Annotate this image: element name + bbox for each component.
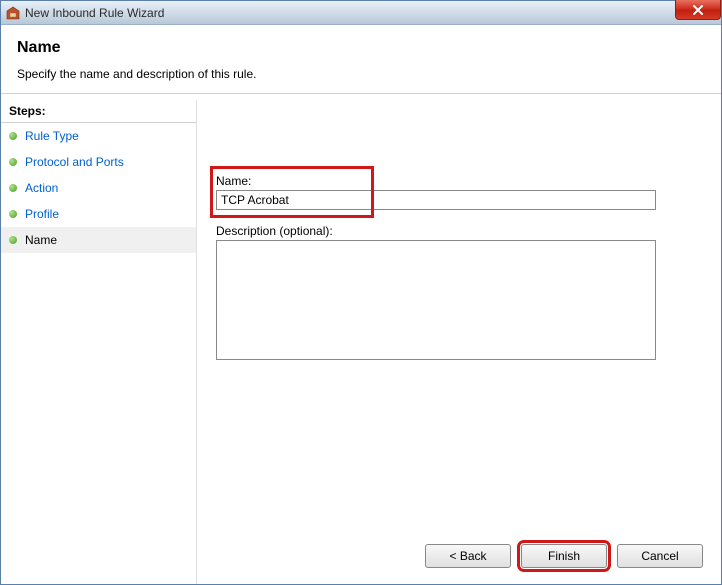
bullet-icon (9, 184, 17, 192)
form-area: Name: Description (optional): (196, 94, 721, 363)
wizard-header: Name Specify the name and description of… (1, 25, 721, 94)
finish-button[interactable]: Finish (521, 544, 607, 568)
description-label: Description (optional): (216, 224, 701, 238)
name-input[interactable] (216, 190, 656, 210)
app-icon (5, 5, 21, 21)
step-label: Action (25, 181, 58, 195)
page-title: Name (17, 39, 705, 57)
bullet-icon (9, 158, 17, 166)
wizard-window: New Inbound Rule Wizard Name Specify the… (0, 0, 722, 585)
steps-sidebar: Steps: Rule Type Protocol and Ports Acti… (1, 94, 196, 584)
steps-heading: Steps: (1, 100, 196, 123)
back-button[interactable]: < Back (425, 544, 511, 568)
close-button[interactable] (675, 0, 721, 20)
bullet-icon (9, 210, 17, 218)
step-label: Protocol and Ports (25, 155, 124, 169)
bullet-icon (9, 236, 17, 244)
main-panel: Name: Description (optional): < Back Fin… (196, 94, 721, 584)
name-label: Name: (216, 174, 701, 188)
button-row: < Back Finish Cancel (425, 544, 703, 568)
titlebar[interactable]: New Inbound Rule Wizard (1, 1, 721, 25)
description-input[interactable] (216, 240, 656, 360)
step-label: Profile (25, 207, 59, 221)
content-area: Steps: Rule Type Protocol and Ports Acti… (1, 94, 721, 584)
window-title: New Inbound Rule Wizard (25, 6, 164, 20)
bullet-icon (9, 132, 17, 140)
step-protocol-ports[interactable]: Protocol and Ports (1, 149, 196, 175)
step-action[interactable]: Action (1, 175, 196, 201)
cancel-button[interactable]: Cancel (617, 544, 703, 568)
step-rule-type[interactable]: Rule Type (1, 123, 196, 149)
divider (196, 100, 197, 584)
page-subtitle: Specify the name and description of this… (17, 67, 705, 81)
step-profile[interactable]: Profile (1, 201, 196, 227)
step-label: Rule Type (25, 129, 79, 143)
step-name[interactable]: Name (1, 227, 196, 253)
step-label: Name (25, 233, 57, 247)
